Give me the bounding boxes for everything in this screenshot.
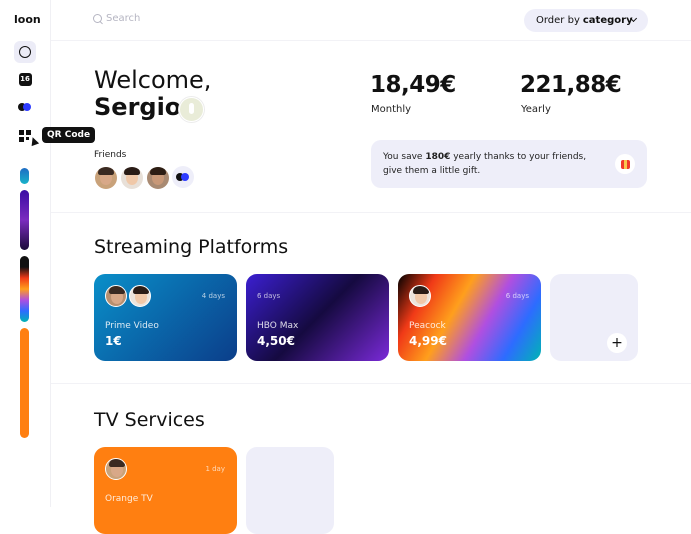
renewal-days: 1 day xyxy=(205,465,225,473)
shared-with-avatars xyxy=(409,285,431,307)
friend-avatar xyxy=(105,458,127,480)
renewal-days: 6 days xyxy=(505,292,529,300)
shared-with-avatars xyxy=(105,285,151,307)
renewal-days: 4 days xyxy=(201,292,225,300)
welcome-greeting: Welcome, xyxy=(94,66,212,94)
search-field[interactable]: Search xyxy=(93,13,140,24)
subscription-card-prime-video[interactable]: 4 days Prime Video 1€ xyxy=(94,274,237,361)
savings-amount: 180€ xyxy=(425,152,451,162)
streaming-title: Streaming Platforms xyxy=(94,236,289,258)
sidebar-home-button[interactable] xyxy=(14,41,36,63)
friend-avatar xyxy=(409,285,431,307)
service-price: 1€ xyxy=(105,334,122,348)
sidebar-friends-button[interactable] xyxy=(14,96,36,118)
tv-title: TV Services xyxy=(94,409,205,431)
savings-line-2: give them a little gift. xyxy=(383,166,481,176)
service-name: Prime Video xyxy=(105,321,159,331)
user-avatar[interactable] xyxy=(179,97,204,122)
sidebar-subscription-bar[interactable] xyxy=(20,256,29,322)
monthly-total: 18,49€ xyxy=(370,72,456,98)
friend-avatar xyxy=(129,285,151,307)
renewal-days: 6 days xyxy=(257,292,281,300)
sidebar-subscription-bar[interactable] xyxy=(20,190,29,250)
add-streaming-card[interactable]: + xyxy=(550,274,638,361)
friend-avatar[interactable] xyxy=(94,166,118,190)
app-logo[interactable]: loon xyxy=(14,13,41,26)
cursor-icon xyxy=(28,135,40,147)
friends-dots-icon xyxy=(18,103,32,111)
order-by-dropdown[interactable]: Order by category xyxy=(524,9,648,32)
sidebar-subscription-bar[interactable] xyxy=(20,168,29,184)
more-friends-button[interactable] xyxy=(172,166,194,188)
service-name: Peacock xyxy=(409,321,446,331)
top-bar: Search Order by category xyxy=(51,0,691,41)
sidebar-calendar-button[interactable]: 16 xyxy=(14,68,36,90)
savings-banner: You save 180€ yearly thanks to your frie… xyxy=(371,140,647,188)
friends-list xyxy=(94,166,194,190)
service-price: 4,99€ xyxy=(409,334,447,348)
service-name: HBO Max xyxy=(257,321,299,331)
calendar-icon: 16 xyxy=(18,72,32,86)
subscription-card-hbo-max[interactable]: 6 days HBO Max 4,50€ xyxy=(246,274,389,361)
search-icon xyxy=(93,14,102,23)
gift-button[interactable] xyxy=(615,154,635,174)
sidebar-subscription-bar[interactable] xyxy=(20,328,29,438)
service-price: 4,50€ xyxy=(257,334,295,348)
plus-icon[interactable]: + xyxy=(607,333,627,353)
add-tv-card[interactable] xyxy=(246,447,334,534)
sidebar: loon 16 QR Code xyxy=(0,0,96,507)
subscription-card-orange-tv[interactable]: 1 day Orange TV xyxy=(94,447,237,534)
friend-avatar xyxy=(105,285,127,307)
order-by-label: Order by xyxy=(536,15,580,26)
friends-label: Friends xyxy=(94,150,127,160)
yearly-label: Yearly xyxy=(521,104,551,115)
monthly-label: Monthly xyxy=(371,104,412,115)
search-placeholder: Search xyxy=(106,13,141,24)
savings-line-1: You save 180€ yearly thanks to your frie… xyxy=(383,152,587,162)
yearly-total: 221,88€ xyxy=(520,72,622,98)
order-by-value: category xyxy=(582,15,633,26)
friend-avatar[interactable] xyxy=(120,166,144,190)
service-name: Orange TV xyxy=(105,494,153,504)
gift-icon xyxy=(620,159,630,169)
subscription-card-peacock[interactable]: 6 days Peacock 4,99€ xyxy=(398,274,541,361)
user-name: Sergio xyxy=(94,93,182,121)
qr-code-tooltip: QR Code xyxy=(42,127,96,143)
friend-avatar[interactable] xyxy=(146,166,170,190)
shared-with-avatars xyxy=(105,458,127,480)
circle-icon xyxy=(19,46,31,58)
